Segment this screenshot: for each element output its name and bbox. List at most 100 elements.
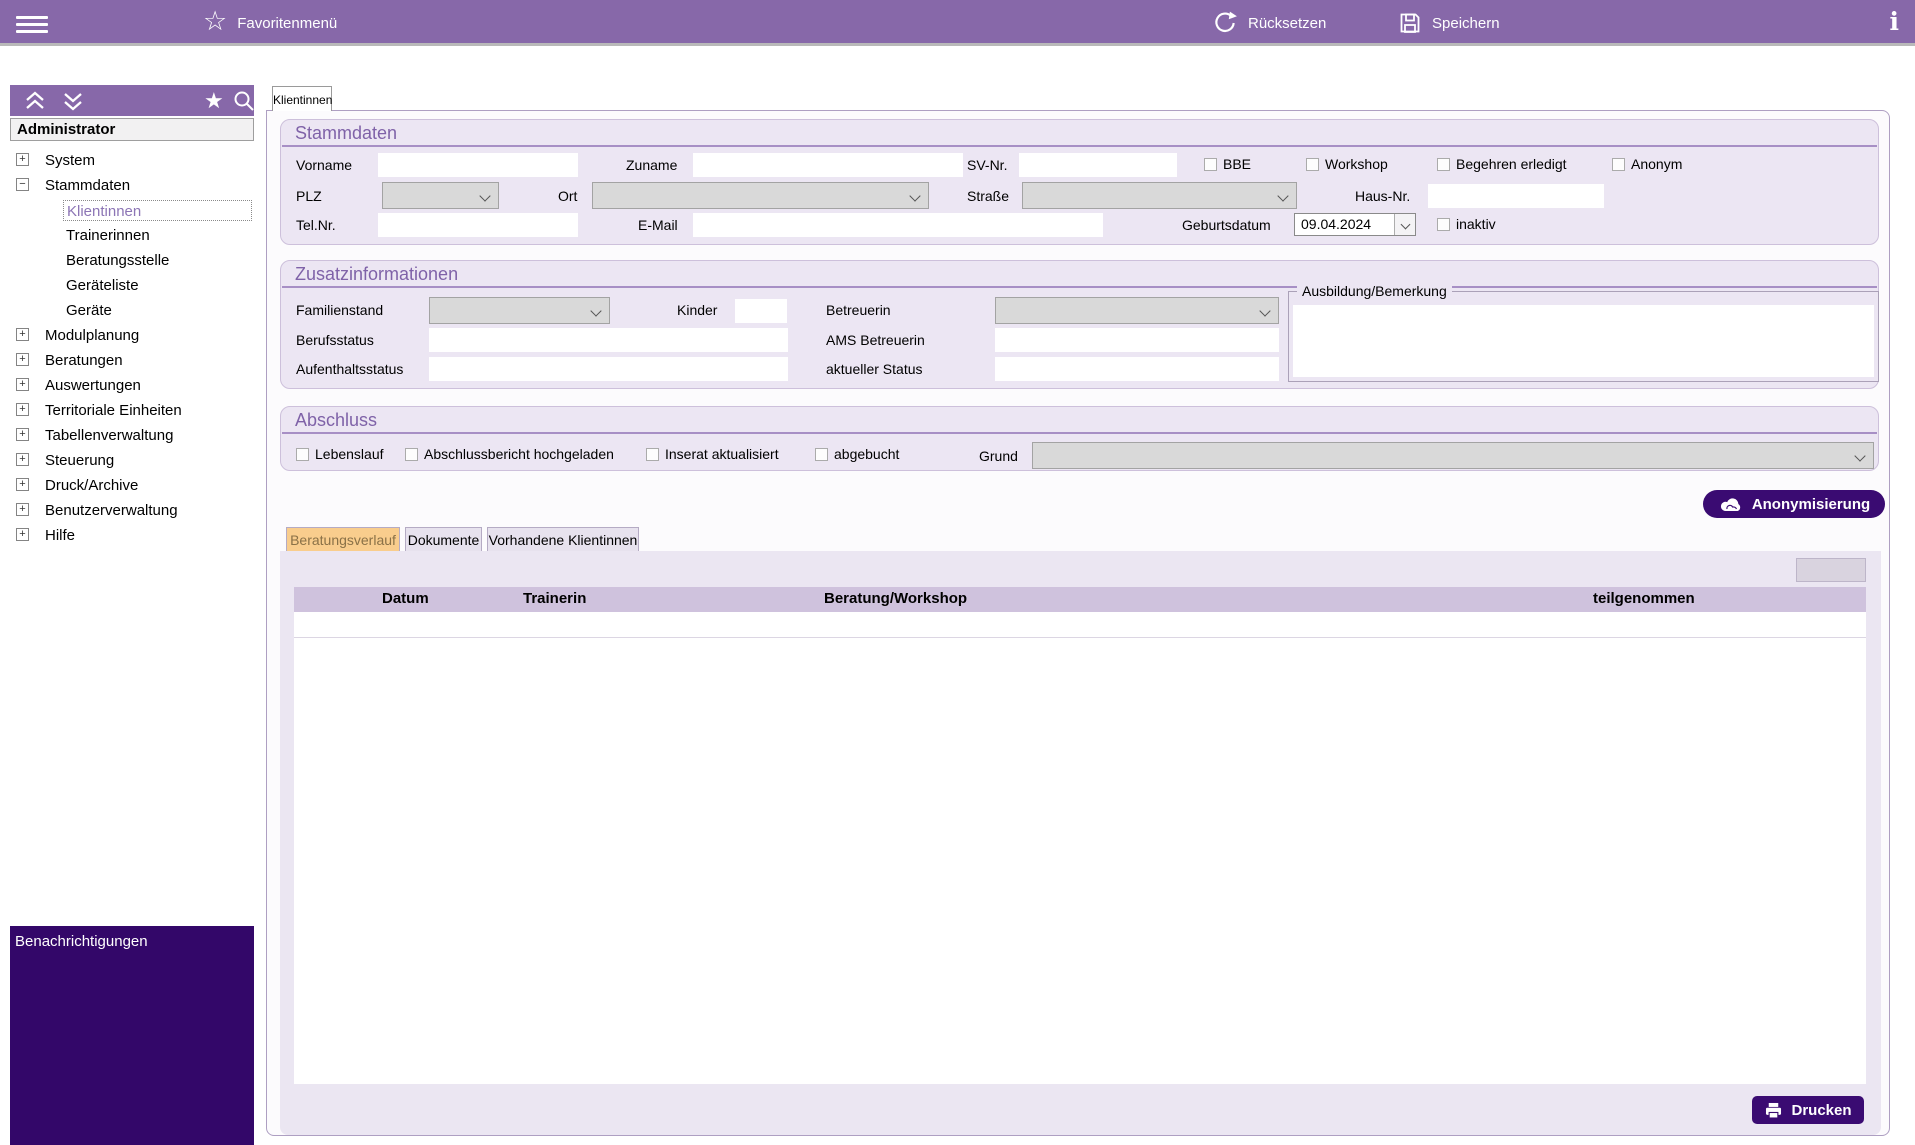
familienstand-select[interactable] xyxy=(429,297,610,324)
column-header-teilgenommen[interactable]: teilgenommen xyxy=(1593,590,1695,607)
checkbox-icon xyxy=(1437,157,1450,171)
hausnr-input[interactable] xyxy=(1428,184,1604,208)
tab-beratungsverlauf[interactable]: Beratungsverlauf xyxy=(286,527,400,551)
checkbox-icon xyxy=(1306,157,1319,171)
tree-item-beratungsstelle[interactable]: Beratungsstelle xyxy=(10,250,254,272)
tree-item-geraeteliste[interactable]: Geräteliste xyxy=(10,275,254,297)
geburtsdatum-datepicker[interactable]: 09.04.2024 xyxy=(1294,213,1416,236)
hamburger-menu-icon[interactable] xyxy=(16,12,48,34)
expand-icon[interactable]: + xyxy=(16,528,29,541)
stammdaten-section: Stammdaten Vorname Zuname SV-Nr. BBE Wor… xyxy=(280,119,1879,245)
expand-all-icon[interactable] xyxy=(60,89,86,113)
zusatz-title: Zusatzinformationen xyxy=(295,264,459,284)
inaktiv-checkbox[interactable]: inaktiv xyxy=(1437,216,1496,232)
tab-dokumente[interactable]: Dokumente xyxy=(405,527,482,551)
checkbox-icon xyxy=(1204,157,1217,171)
betreuerin-label: Betreuerin xyxy=(826,302,891,318)
save-button[interactable]: Speichern xyxy=(1398,0,1500,46)
info-icon[interactable]: i xyxy=(1890,7,1900,36)
chevron-down-icon[interactable] xyxy=(1394,214,1415,235)
ams-betreuerin-input[interactable] xyxy=(995,328,1279,352)
telnr-input[interactable] xyxy=(378,213,578,237)
email-label: E-Mail xyxy=(638,217,678,233)
table-corner-box[interactable] xyxy=(1796,558,1866,582)
column-header-datum[interactable]: Datum xyxy=(382,590,429,607)
tree-item-hilfe[interactable]: + Hilfe xyxy=(10,525,254,547)
berufsstatus-label: Berufsstatus xyxy=(296,332,374,348)
expand-icon[interactable]: + xyxy=(16,478,29,491)
tree-item-tabellenverwaltung[interactable]: + Tabellenverwaltung xyxy=(10,425,254,447)
tree-item-system[interactable]: + System xyxy=(10,150,254,172)
tab-vorhandene-klientinnen[interactable]: Vorhandene Klientinnen xyxy=(487,527,639,551)
search-icon[interactable] xyxy=(232,89,256,113)
betreuerin-select[interactable] xyxy=(995,297,1279,324)
tree-item-klientinnen-selected[interactable]: Klientinnen xyxy=(10,200,254,222)
column-header-beratung-workshop[interactable]: Beratung/Workshop xyxy=(824,590,967,607)
refresh-icon xyxy=(1212,10,1238,36)
favorites-star-icon[interactable]: ★ xyxy=(204,88,224,113)
anonymisierung-button[interactable]: Anonymisierung xyxy=(1703,490,1885,518)
expand-icon[interactable]: + xyxy=(16,503,29,516)
tree-item-modulplanung[interactable]: + Modulplanung xyxy=(10,325,254,347)
checkbox-icon xyxy=(646,447,659,461)
anonym-checkbox[interactable]: Anonym xyxy=(1612,156,1682,172)
workshop-checkbox[interactable]: Workshop xyxy=(1306,156,1388,172)
begehren-erledigt-checkbox[interactable]: Begehren erledigt xyxy=(1437,156,1567,172)
tab-klientinnen[interactable]: Klientinnen xyxy=(272,86,332,111)
abschlussbericht-checkbox[interactable]: Abschlussbericht hochgeladen xyxy=(405,446,614,462)
abgebucht-checkbox[interactable]: abgebucht xyxy=(815,446,899,462)
ams-betreuerin-label: AMS Betreuerin xyxy=(826,332,925,348)
collapse-icon[interactable]: − xyxy=(16,178,29,191)
table-header-row: Datum Trainerin Beratung/Workshop teilge… xyxy=(294,587,1866,612)
svnr-input[interactable] xyxy=(1019,153,1177,177)
ausbildung-bemerkung-textarea[interactable] xyxy=(1293,305,1874,377)
bbe-checkbox[interactable]: BBE xyxy=(1204,156,1251,172)
printer-icon xyxy=(1764,1101,1783,1120)
grund-select[interactable] xyxy=(1032,442,1874,469)
expand-icon[interactable]: + xyxy=(16,153,29,166)
section-divider xyxy=(282,432,1877,434)
vorname-label: Vorname xyxy=(296,157,353,173)
lebenslauf-checkbox[interactable]: Lebenslauf xyxy=(296,446,384,462)
tree-item-druck-archive[interactable]: + Druck/Archive xyxy=(10,475,254,497)
abschluss-title: Abschluss xyxy=(295,410,378,430)
tree-item-auswertungen[interactable]: + Auswertungen xyxy=(10,375,254,397)
strasse-select[interactable] xyxy=(1022,182,1297,209)
collapse-all-icon[interactable] xyxy=(22,89,48,113)
checkbox-icon xyxy=(815,447,828,461)
vorname-input[interactable] xyxy=(378,153,578,177)
tree-item-benutzerverwaltung[interactable]: + Benutzerverwaltung xyxy=(10,500,254,522)
inserat-aktualisiert-checkbox[interactable]: Inserat aktualisiert xyxy=(646,446,779,462)
reset-button[interactable]: Rücksetzen xyxy=(1212,0,1326,46)
tree-item-steuerung[interactable]: + Steuerung xyxy=(10,450,254,472)
zuname-label: Zuname xyxy=(626,157,678,173)
tree-item-trainerinnen[interactable]: Trainerinnen xyxy=(10,225,254,247)
zuname-input[interactable] xyxy=(693,153,963,177)
star-outline-icon: ☆ xyxy=(203,6,228,36)
tree-item-stammdaten[interactable]: − Stammdaten xyxy=(10,175,254,197)
expand-icon[interactable]: + xyxy=(16,428,29,441)
tree-item-territoriale-einheiten[interactable]: + Territoriale Einheiten xyxy=(10,400,254,422)
tree-item-geraete[interactable]: Geräte xyxy=(10,300,254,322)
svnr-label: SV-Nr. xyxy=(967,157,1008,173)
navigation-tree: + System − Stammdaten Klientinnen Traineri… xyxy=(10,141,254,641)
email-input[interactable] xyxy=(693,213,1103,237)
expand-icon[interactable]: + xyxy=(16,453,29,466)
sidebar-icon-bar: ★ xyxy=(10,85,254,116)
checkbox-icon xyxy=(405,447,418,461)
berufsstatus-input[interactable] xyxy=(429,328,788,352)
tree-item-beratungen[interactable]: + Beratungen xyxy=(10,350,254,372)
expand-icon[interactable]: + xyxy=(16,378,29,391)
ausbildung-bemerkung-label: Ausbildung/Bemerkung xyxy=(1297,283,1452,299)
aufenthaltsstatus-input[interactable] xyxy=(429,357,788,381)
ort-select[interactable] xyxy=(592,182,929,209)
column-header-trainerin[interactable]: Trainerin xyxy=(523,590,586,607)
favorites-menu-button[interactable]: ☆ Favoritenmenü xyxy=(203,0,337,46)
kinder-input[interactable] xyxy=(735,299,787,323)
expand-icon[interactable]: + xyxy=(16,328,29,341)
expand-icon[interactable]: + xyxy=(16,403,29,416)
plz-select[interactable] xyxy=(382,182,499,209)
aktueller-status-input[interactable] xyxy=(995,357,1279,381)
drucken-button[interactable]: Drucken xyxy=(1752,1096,1864,1124)
expand-icon[interactable]: + xyxy=(16,353,29,366)
